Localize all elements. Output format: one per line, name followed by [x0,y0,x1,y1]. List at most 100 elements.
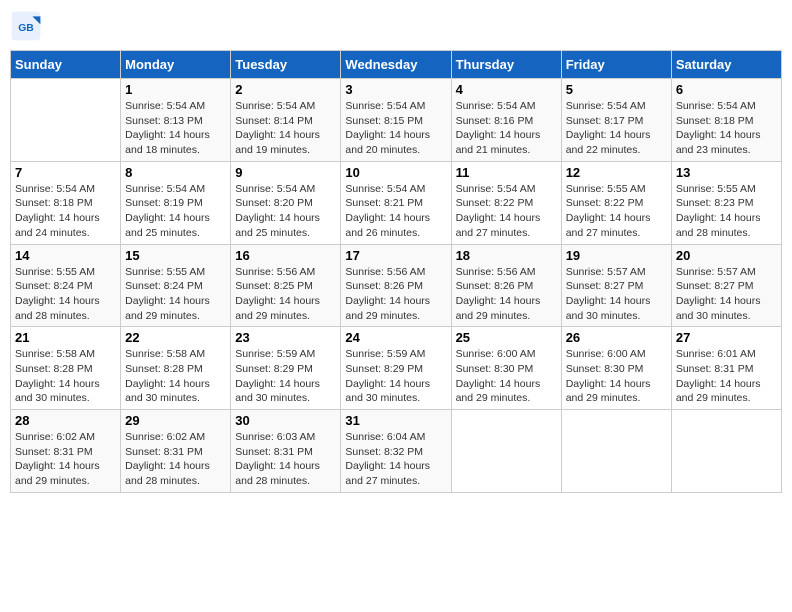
day-number: 26 [566,330,667,345]
day-number: 5 [566,82,667,97]
day-cell: 3 Sunrise: 5:54 AM Sunset: 8:15 PM Daylig… [341,79,451,162]
day-info: Sunrise: 5:56 AM Sunset: 8:25 PM Dayligh… [235,265,336,324]
header-monday: Monday [121,51,231,79]
day-number: 10 [345,165,446,180]
day-info: Sunrise: 6:02 AM Sunset: 8:31 PM Dayligh… [125,430,226,489]
day-info: Sunrise: 5:54 AM Sunset: 8:13 PM Dayligh… [125,99,226,158]
day-number: 4 [456,82,557,97]
day-cell: 6Sunrise: 5:54 AM Sunset: 8:18 PM Daylig… [671,79,781,162]
day-cell: 22 Sunrise: 5:58 AM Sunset: 8:28 PM Dayli… [121,327,231,410]
day-number: 12 [566,165,667,180]
header-thursday: Thursday [451,51,561,79]
day-info: Sunrise: 6:03 AM Sunset: 8:31 PM Dayligh… [235,430,336,489]
day-number: 22 [125,330,226,345]
day-cell: 12Sunrise: 5:55 AM Sunset: 8:22 PM Dayli… [561,161,671,244]
day-cell: 21Sunrise: 5:58 AM Sunset: 8:28 PM Dayli… [11,327,121,410]
day-cell [451,410,561,493]
day-info: Sunrise: 5:58 AM Sunset: 8:28 PM Dayligh… [15,347,116,406]
day-number: 13 [676,165,777,180]
header-sunday: Sunday [11,51,121,79]
week-row-1: 7 Sunrise: 5:54 AM Sunset: 8:18 PM Daylig… [11,161,782,244]
day-info: Sunrise: 5:54 AM Sunset: 8:17 PM Dayligh… [566,99,667,158]
header-saturday: Saturday [671,51,781,79]
day-info: Sunrise: 5:54 AM Sunset: 8:21 PM Dayligh… [345,182,446,241]
day-info: Sunrise: 5:55 AM Sunset: 8:23 PM Dayligh… [676,182,777,241]
day-info: Sunrise: 5:57 AM Sunset: 8:27 PM Dayligh… [676,265,777,324]
day-info: Sunrise: 5:56 AM Sunset: 8:26 PM Dayligh… [345,265,446,324]
day-number: 18 [456,248,557,263]
day-cell [561,410,671,493]
svg-text:GB: GB [18,23,34,34]
day-cell: 24 Sunrise: 5:59 AM Sunset: 8:29 PM Dayli… [341,327,451,410]
day-info: Sunrise: 5:59 AM Sunset: 8:29 PM Dayligh… [345,347,446,406]
day-cell: 19 Sunrise: 5:57 AM Sunset: 8:27 PM Dayli… [561,244,671,327]
day-info: Sunrise: 5:58 AM Sunset: 8:28 PM Dayligh… [125,347,226,406]
day-info: Sunrise: 6:02 AM Sunset: 8:31 PM Dayligh… [15,430,116,489]
day-info: Sunrise: 6:00 AM Sunset: 8:30 PM Dayligh… [456,347,557,406]
day-info: Sunrise: 5:54 AM Sunset: 8:14 PM Dayligh… [235,99,336,158]
day-cell: 26 Sunrise: 6:00 AM Sunset: 8:30 PM Dayli… [561,327,671,410]
day-info: Sunrise: 5:54 AM Sunset: 8:18 PM Dayligh… [15,182,116,241]
day-info: Sunrise: 6:01 AM Sunset: 8:31 PM Dayligh… [676,347,777,406]
day-cell: 17 Sunrise: 5:56 AM Sunset: 8:26 PM Dayli… [341,244,451,327]
day-cell: 10 Sunrise: 5:54 AM Sunset: 8:21 PM Dayli… [341,161,451,244]
day-number: 31 [345,413,446,428]
header-wednesday: Wednesday [341,51,451,79]
day-cell: 31 Sunrise: 6:04 AM Sunset: 8:32 PM Dayli… [341,410,451,493]
calendar-table: SundayMondayTuesdayWednesdayThursdayFrid… [10,50,782,493]
day-number: 3 [345,82,446,97]
day-cell: 23 Sunrise: 5:59 AM Sunset: 8:29 PM Dayli… [231,327,341,410]
day-cell: 28 Sunrise: 6:02 AM Sunset: 8:31 PM Dayli… [11,410,121,493]
day-info: Sunrise: 5:55 AM Sunset: 8:24 PM Dayligh… [15,265,116,324]
day-info: Sunrise: 5:54 AM Sunset: 8:15 PM Dayligh… [345,99,446,158]
week-row-3: 21Sunrise: 5:58 AM Sunset: 8:28 PM Dayli… [11,327,782,410]
day-info: Sunrise: 5:55 AM Sunset: 8:24 PM Dayligh… [125,265,226,324]
day-cell: 4Sunrise: 5:54 AM Sunset: 8:16 PM Daylig… [451,79,561,162]
day-cell: 9Sunrise: 5:54 AM Sunset: 8:20 PM Daylig… [231,161,341,244]
day-number: 6 [676,82,777,97]
day-number: 1 [125,82,226,97]
day-info: Sunrise: 5:56 AM Sunset: 8:26 PM Dayligh… [456,265,557,324]
week-row-4: 28 Sunrise: 6:02 AM Sunset: 8:31 PM Dayli… [11,410,782,493]
day-cell [671,410,781,493]
day-cell: 16Sunrise: 5:56 AM Sunset: 8:25 PM Dayli… [231,244,341,327]
day-number: 8 [125,165,226,180]
day-info: Sunrise: 5:54 AM Sunset: 8:22 PM Dayligh… [456,182,557,241]
calendar-body: 1 Sunrise: 5:54 AM Sunset: 8:13 PM Daylig… [11,79,782,493]
day-cell: 29Sunrise: 6:02 AM Sunset: 8:31 PM Dayli… [121,410,231,493]
day-cell: 15Sunrise: 5:55 AM Sunset: 8:24 PM Dayli… [121,244,231,327]
day-info: Sunrise: 5:54 AM Sunset: 8:19 PM Dayligh… [125,182,226,241]
day-cell: 18 Sunrise: 5:56 AM Sunset: 8:26 PM Dayli… [451,244,561,327]
logo-icon: GB [10,10,42,42]
day-info: Sunrise: 6:04 AM Sunset: 8:32 PM Dayligh… [345,430,446,489]
week-row-2: 14 Sunrise: 5:55 AM Sunset: 8:24 PM Dayli… [11,244,782,327]
day-cell: 11 Sunrise: 5:54 AM Sunset: 8:22 PM Dayli… [451,161,561,244]
day-cell: 5 Sunrise: 5:54 AM Sunset: 8:17 PM Daylig… [561,79,671,162]
day-cell: 30 Sunrise: 6:03 AM Sunset: 8:31 PM Dayli… [231,410,341,493]
day-number: 11 [456,165,557,180]
header-row: SundayMondayTuesdayWednesdayThursdayFrid… [11,51,782,79]
day-number: 7 [15,165,116,180]
day-cell: 8 Sunrise: 5:54 AM Sunset: 8:19 PM Daylig… [121,161,231,244]
day-number: 25 [456,330,557,345]
logo: GB [10,10,46,42]
day-info: Sunrise: 5:59 AM Sunset: 8:29 PM Dayligh… [235,347,336,406]
header-friday: Friday [561,51,671,79]
day-number: 14 [15,248,116,263]
day-cell: 25 Sunrise: 6:00 AM Sunset: 8:30 PM Dayli… [451,327,561,410]
day-cell: 14 Sunrise: 5:55 AM Sunset: 8:24 PM Dayli… [11,244,121,327]
day-cell: 13 Sunrise: 5:55 AM Sunset: 8:23 PM Dayli… [671,161,781,244]
day-number: 19 [566,248,667,263]
day-number: 2 [235,82,336,97]
day-info: Sunrise: 6:00 AM Sunset: 8:30 PM Dayligh… [566,347,667,406]
day-number: 30 [235,413,336,428]
day-number: 9 [235,165,336,180]
day-number: 24 [345,330,446,345]
day-info: Sunrise: 5:57 AM Sunset: 8:27 PM Dayligh… [566,265,667,324]
day-number: 23 [235,330,336,345]
day-cell: 27 Sunrise: 6:01 AM Sunset: 8:31 PM Dayli… [671,327,781,410]
day-number: 17 [345,248,446,263]
day-number: 27 [676,330,777,345]
calendar-header: SundayMondayTuesdayWednesdayThursdayFrid… [11,51,782,79]
day-number: 28 [15,413,116,428]
